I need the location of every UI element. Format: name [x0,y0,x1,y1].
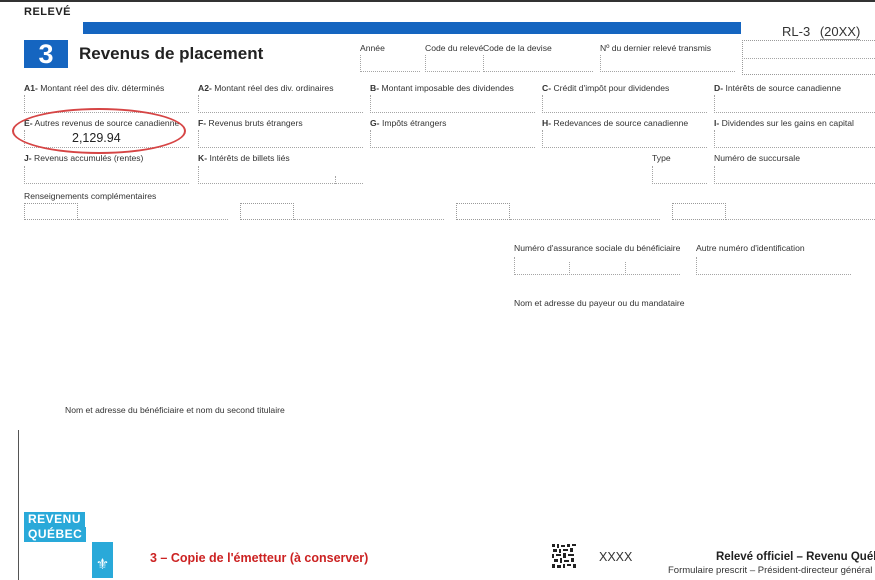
payeur-label: Nom et adresse du payeur ou du mandatair… [514,298,685,308]
box-j-label: J- Revenus accumulés (rentes) [24,153,144,163]
box-h-field[interactable] [542,130,707,148]
beneficiaire-label: Nom et adresse du bénéficiaire et nom du… [65,405,285,415]
box-k-label: K- Intérêts de billets liés [198,153,290,163]
official-text: Relevé officiel – Revenu Québec [716,551,875,563]
box-c-field[interactable] [542,95,707,113]
box-f-label: F- Revenus bruts étrangers [198,118,303,128]
renseignement-code-3[interactable] [456,203,510,220]
box-d-field[interactable] [714,95,875,113]
succursale-label: Numéro de succursale [714,153,800,163]
barcode-icon [552,544,576,568]
renseignements-label: Renseignements complémentaires [24,191,157,201]
fleur-de-lis-icon: ⚜ [95,556,110,573]
renseignement-code-2[interactable] [240,203,294,220]
prescribed-text: Formulaire prescrit – Président-directeu… [668,565,873,576]
box-f-field[interactable] [198,130,363,148]
box-h-label: H- Redevances de source canadienne [542,118,689,128]
annee-field[interactable] [360,55,420,72]
top-right-divider [742,58,875,59]
slip-number-badge: 3 [24,40,68,68]
box-g-field[interactable] [370,130,535,148]
autre-id-field[interactable] [696,257,851,275]
code-devise-field[interactable] [483,55,593,72]
form-id: RL-3 (20XX) [782,24,861,40]
dernier-releve-label: Nº du dernier relevé transmis [600,43,712,53]
box-b-label: B- Montant imposable des dividendes [370,83,514,93]
code-devise-label: Code de la devise [483,43,552,53]
code-releve-field[interactable] [425,55,480,72]
revenu-quebec-logo: REVENU QUÉBEC ⚜ [24,512,114,578]
form-title: Revenus de placement [79,44,264,63]
page-left-border [18,430,19,580]
barcode-text: XXXX [599,550,633,564]
nas-label: Numéro d'assurance sociale du bénéficiai… [514,243,681,253]
form-id-year: (20XX) [819,24,861,40]
box-c-label: C- Crédit d'impôt pour dividendes [542,83,670,93]
box-i-field[interactable] [714,130,875,148]
box-a1-label: A1- Montant réel des div. déterminés [24,83,165,93]
renseignement-line-4 [726,219,875,220]
renseignement-code-1[interactable] [24,203,78,220]
autre-id-label: Autre numéro d'identification [696,243,805,253]
box-k-tick [335,176,336,184]
nas-tick-2 [625,262,626,275]
form-id-code: RL-3 [782,24,811,39]
box-k-field[interactable] [198,166,363,184]
nas-tick-1 [569,262,570,275]
box-a2-field[interactable] [198,95,363,113]
page-top-border [0,0,875,2]
succursale-field[interactable] [714,166,875,184]
renseignement-line-3 [510,219,660,220]
box-e-highlight-ellipse [12,108,186,154]
dernier-releve-field[interactable] [600,55,735,72]
copy-notice: 3 – Copie de l'émetteur (à conserver) [150,551,369,565]
nas-field[interactable] [514,257,680,275]
type-label: Type [652,153,671,163]
box-g-label: G- Impôts étrangers [370,118,447,128]
logo-revenu-text: REVENU [24,512,86,527]
box-i-label: I- Dividendes sur les gains en capital [714,118,854,128]
renseignement-line-2 [294,219,444,220]
box-b-field[interactable] [370,95,535,113]
type-field[interactable] [652,166,707,184]
logo-quebec-text: QUÉBEC [24,527,87,542]
annee-label: Année [360,43,385,53]
header-blue-bar [83,22,741,34]
box-j-field[interactable] [24,166,189,184]
code-releve-label: Code du relevé [425,43,484,53]
renseignement-code-4[interactable] [672,203,726,220]
box-a2-label: A2- Montant réel des div. ordinaires [198,83,334,93]
releve-label: RELEVÉ [24,6,72,18]
box-d-label: D- Intérêts de source canadienne [714,83,842,93]
renseignement-line-1 [78,219,228,220]
